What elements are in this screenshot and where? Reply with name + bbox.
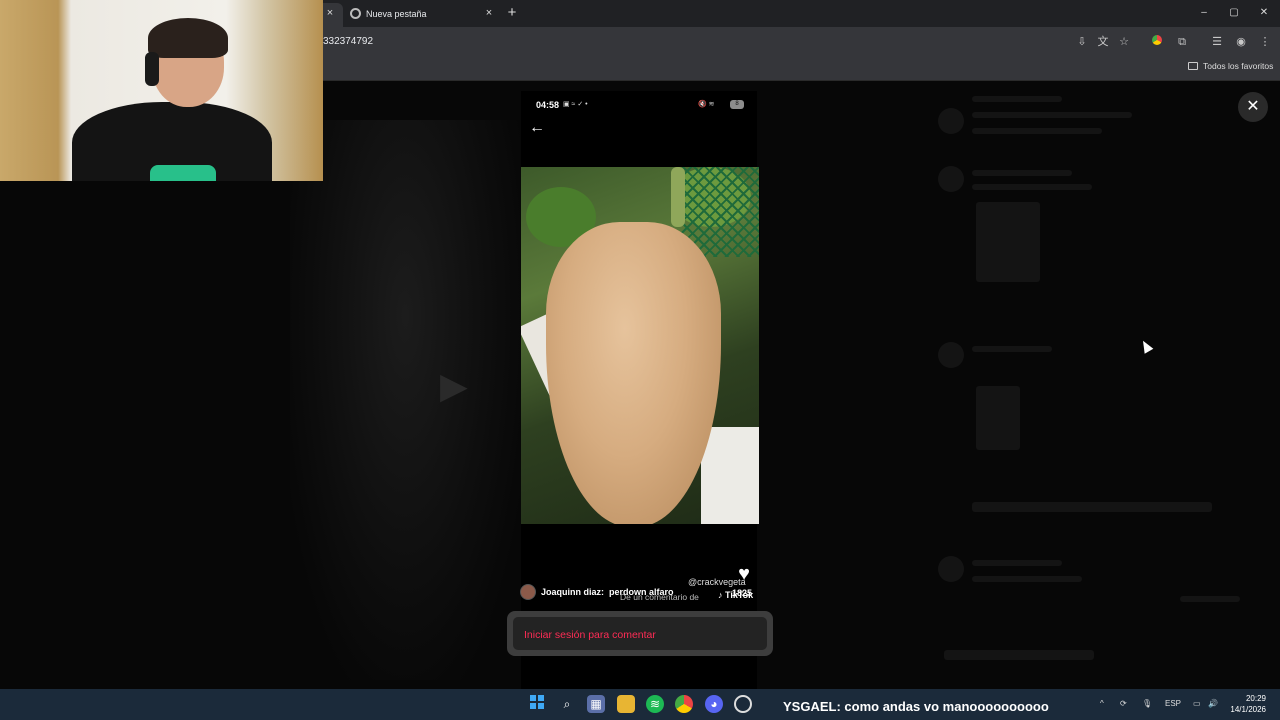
- windows-start-icon[interactable]: [528, 695, 546, 713]
- phone-status-icons: ▣ ≈ ✓ •: [563, 101, 588, 108]
- all-bookmarks-label: Todos los favoritos: [1203, 61, 1274, 71]
- webcam-overlay: [0, 0, 323, 181]
- comment-source: De un comentario de: [620, 592, 699, 602]
- obs-icon[interactable]: [734, 695, 752, 713]
- language-indicator[interactable]: ESP: [1165, 699, 1181, 708]
- store-icon[interactable]: ▦: [587, 695, 605, 713]
- back-arrow-icon: ←: [529, 119, 545, 136]
- phone-time: 04:58: [536, 100, 560, 110]
- tab-close-icon[interactable]: ×: [323, 5, 337, 21]
- search-icon[interactable]: ⌕: [558, 695, 576, 713]
- play-icon: ▶: [440, 365, 468, 406]
- sync-icon[interactable]: ⟳: [1120, 699, 1127, 708]
- extensions-icon[interactable]: ⧉: [1174, 34, 1190, 50]
- chevron-up-icon[interactable]: ^: [1100, 699, 1104, 708]
- mic-icon[interactable]: 🎙: [1142, 699, 1152, 708]
- tab-close-icon[interactable]: ×: [482, 5, 496, 21]
- squash-face-photo: [521, 167, 759, 524]
- stream-chat-message: YSGAEL: como andas vo manoooooooooo: [783, 699, 1049, 714]
- folder-icon: [1188, 62, 1198, 70]
- avatar: [520, 584, 536, 600]
- menu-icon[interactable]: ⋮: [1257, 34, 1273, 50]
- phone-signal-icons: 🔇 ≋: [698, 101, 715, 108]
- background-video-blur: [290, 120, 520, 680]
- network-icon[interactable]: ▭: [1193, 699, 1201, 708]
- media-control-icon[interactable]: ☰: [1209, 34, 1225, 50]
- tab-title: Nueva pestaña: [366, 9, 427, 19]
- translate-icon[interactable]: 文: [1095, 34, 1111, 50]
- chrome-icon[interactable]: [675, 695, 693, 713]
- profile-icon[interactable]: ◉: [1233, 34, 1249, 50]
- all-bookmarks-button[interactable]: Todos los favoritos: [1188, 61, 1273, 71]
- discord-icon[interactable]: ◕: [705, 695, 723, 713]
- chrome-icon: [350, 8, 361, 19]
- close-window-button[interactable]: ✕: [1253, 4, 1275, 22]
- spotify-icon[interactable]: ≋: [646, 695, 664, 713]
- volume-icon[interactable]: 🔊: [1208, 699, 1218, 708]
- background-comments-blur: [930, 90, 1260, 680]
- taskbar: [0, 689, 1280, 720]
- maximize-button[interactable]: ▢: [1223, 4, 1245, 22]
- webcam-shirt-logo: [150, 165, 216, 181]
- install-icon[interactable]: ⇩: [1074, 34, 1090, 50]
- close-modal-button[interactable]: ✕: [1238, 92, 1268, 122]
- minimize-button[interactable]: –: [1193, 4, 1215, 22]
- squash-with-face: [546, 222, 721, 524]
- comment-row: Joaquinn diaz: perdown alfaro De un come…: [520, 584, 760, 602]
- battery-icon: 8: [730, 100, 744, 109]
- tab-nueva-pestana[interactable]: Nueva pestaña ×: [342, 3, 500, 25]
- extension-color-icon[interactable]: [1149, 34, 1165, 50]
- system-clock[interactable]: 20:29 14/1/2026: [1226, 693, 1266, 715]
- file-explorer-icon[interactable]: [617, 695, 635, 713]
- url-text[interactable]: 332374792: [323, 36, 373, 47]
- bookmark-star-icon[interactable]: ☆: [1116, 34, 1132, 50]
- like-count: 1825: [732, 588, 753, 598]
- paper: [701, 427, 759, 524]
- webcam-hair: [148, 18, 228, 58]
- headphones-icon: [145, 52, 159, 86]
- squash-stem: [671, 167, 685, 227]
- login-to-comment-label: Iniciar sesión para comentar: [524, 629, 656, 641]
- new-tab-button[interactable]: +: [504, 4, 520, 22]
